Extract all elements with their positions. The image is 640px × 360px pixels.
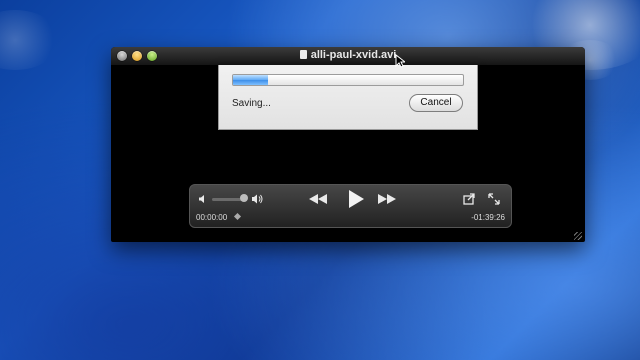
- save-progress-fill: [233, 75, 268, 85]
- document-icon: [299, 50, 307, 59]
- wallpaper-foam: [0, 10, 60, 70]
- elapsed-time: 00:00:00: [196, 213, 228, 222]
- volume-slider-knob[interactable]: [240, 194, 248, 202]
- rewind-icon[interactable]: [308, 193, 328, 205]
- scrubber-playhead[interactable]: [233, 212, 242, 221]
- volume-high-icon[interactable]: [251, 193, 263, 205]
- window-title: alli-paul-xvid.avi: [111, 49, 585, 61]
- playback-controller[interactable]: 00:00:00 -01:39:26: [189, 184, 512, 228]
- window-title-text: alli-paul-xvid.avi: [310, 49, 397, 61]
- save-status-text: Saving...: [232, 98, 271, 109]
- play-icon[interactable]: [347, 189, 365, 209]
- save-progress-bar: [232, 74, 464, 86]
- mouse-cursor-icon: [395, 54, 405, 68]
- fullscreen-icon[interactable]: [488, 193, 500, 205]
- player-window: alli-paul-xvid.avi Saving... Cancel 00:0…: [111, 47, 585, 242]
- share-icon[interactable]: [463, 193, 476, 205]
- save-progress-sheet: Saving... Cancel: [218, 65, 478, 130]
- resize-grip-icon[interactable]: [574, 232, 582, 240]
- fast-forward-icon[interactable]: [377, 193, 397, 205]
- window-titlebar[interactable]: alli-paul-xvid.avi: [111, 47, 585, 66]
- cancel-button[interactable]: Cancel: [409, 94, 463, 112]
- volume-low-icon[interactable]: [198, 194, 208, 204]
- remaining-time: -01:39:26: [471, 213, 505, 222]
